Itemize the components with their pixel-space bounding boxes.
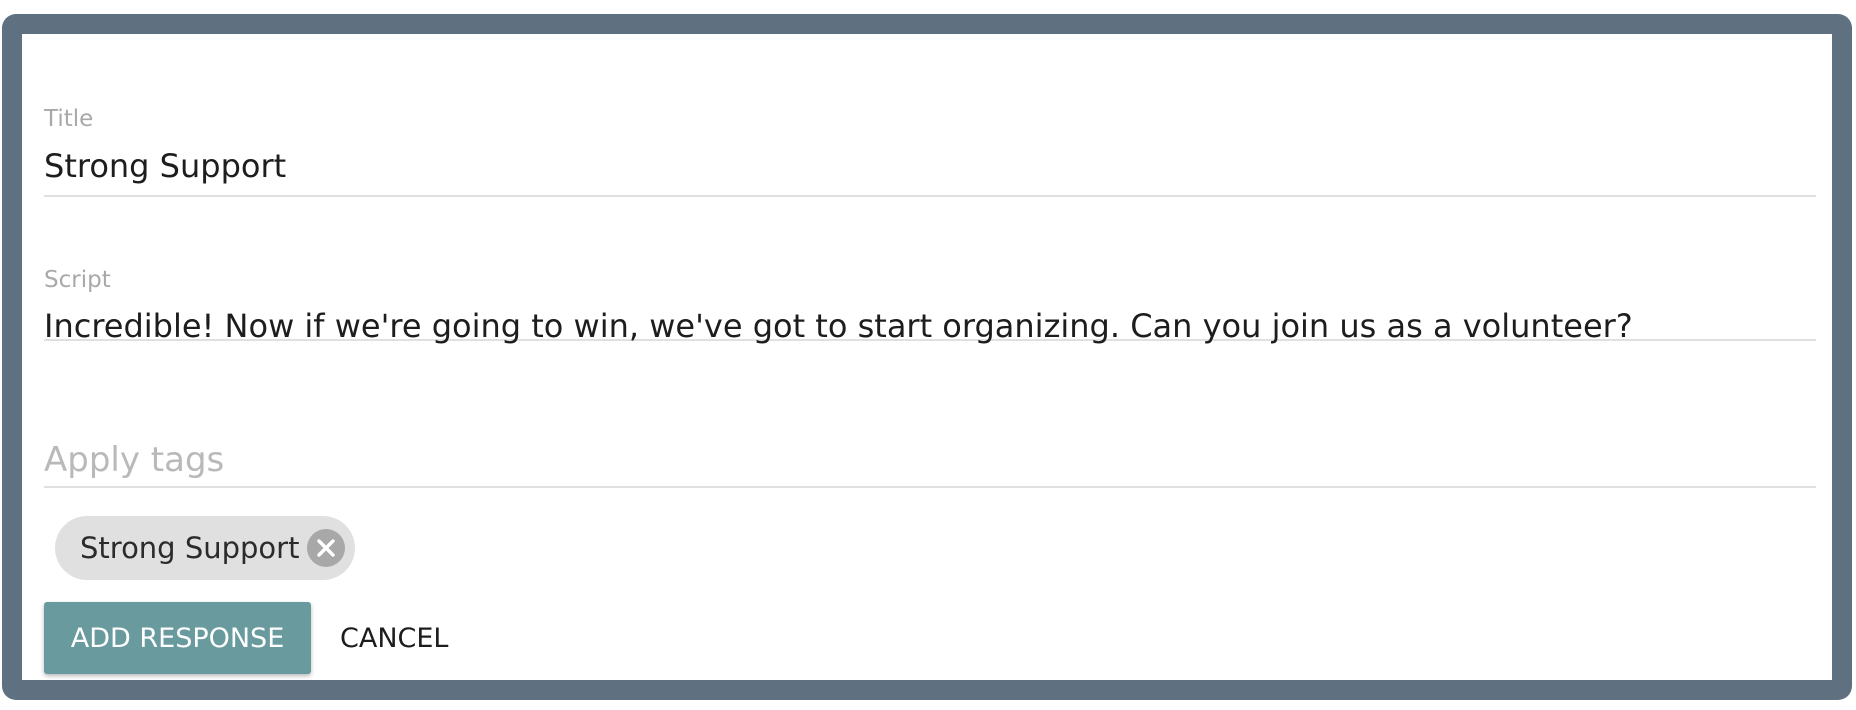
tags-field[interactable]: Apply tags <box>44 340 1816 488</box>
cancel-button[interactable]: CANCEL <box>340 602 448 674</box>
response-form: Title Strong Support Script Incredible! … <box>22 34 1832 680</box>
tag-chip: Strong Support <box>55 516 355 580</box>
script-field[interactable]: Script Incredible! Now if we're going to… <box>44 196 1816 345</box>
cancel-circle-icon[interactable] <box>307 529 345 567</box>
apply-tags-input[interactable]: Apply tags <box>44 440 224 480</box>
title-label: Title <box>44 106 94 132</box>
dialog-frame: Title Strong Support Script Incredible! … <box>2 14 1852 700</box>
close-icon <box>317 539 335 557</box>
script-label: Script <box>44 267 111 293</box>
title-field[interactable]: Title Strong Support <box>44 34 1816 197</box>
title-input[interactable]: Strong Support <box>44 147 286 185</box>
tag-chip-label: Strong Support <box>80 531 300 565</box>
add-response-button[interactable]: ADD RESPONSE <box>44 602 311 674</box>
